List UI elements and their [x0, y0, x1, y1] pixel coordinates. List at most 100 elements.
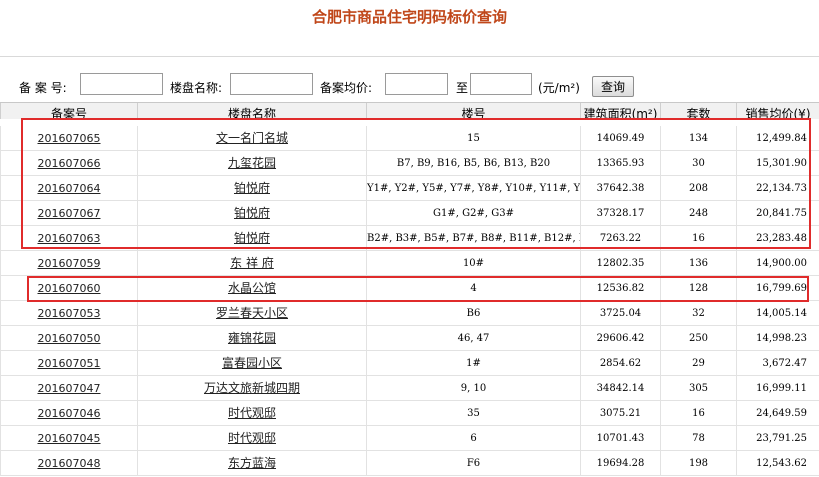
project-name-cell: 铂悦府 — [137, 201, 366, 226]
building-no-cell: B2#, B3#, B5#, B7#, B8#, B11#, B12#, B15… — [366, 226, 580, 251]
header-record-no[interactable]: 备案号 — [0, 103, 137, 119]
building-no-cell: 46, 47 — [366, 326, 580, 351]
avg-price-cell: 12,499.84 — [736, 126, 819, 151]
avg-price-cell: 24,649.59 — [736, 401, 819, 426]
table-header: 备案号 楼盘名称 楼号 建筑面积(m²) 套数 销售均价(¥) — [0, 102, 819, 119]
record-no-cell: 201607047 — [0, 376, 137, 401]
record-no-cell: 201607060 — [0, 276, 137, 301]
floor-area-cell: 13365.93 — [580, 151, 660, 176]
floor-area-cell: 19694.28 — [580, 451, 660, 476]
record-no-cell: 201607064 — [0, 176, 137, 201]
page-title: 合肥市商品住宅明码标价查询 — [311, 8, 507, 26]
header-building-no[interactable]: 楼号 — [366, 103, 580, 119]
record-no-link[interactable]: 201607047 — [38, 382, 101, 395]
project-name-cell: 铂悦府 — [137, 226, 366, 251]
project-name-link[interactable]: 万达文旅新城四期 — [204, 381, 300, 395]
record-no-cell: 201607066 — [0, 151, 137, 176]
record-no-link[interactable]: 201607065 — [38, 132, 101, 145]
project-name-link[interactable]: 铂悦府 — [234, 231, 270, 245]
project-name-link[interactable]: 东 祥 府 — [230, 256, 274, 270]
floor-area-cell: 12536.82 — [580, 276, 660, 301]
floor-area-cell: 2854.62 — [580, 351, 660, 376]
unit-count-cell: 30 — [660, 151, 736, 176]
record-no-link[interactable]: 201607067 — [38, 207, 101, 220]
avg-price-cell: 22,134.73 — [736, 176, 819, 201]
unit-count-cell: 128 — [660, 276, 736, 301]
project-name-cell: 文一名门名城 — [137, 126, 366, 151]
building-no-cell: 4 — [366, 276, 580, 301]
project-name-cell: 时代观邸 — [137, 401, 366, 426]
avg-price-cell: 15,301.90 — [736, 151, 819, 176]
record-no-link[interactable]: 201607063 — [38, 232, 101, 245]
floor-area-cell: 29606.42 — [580, 326, 660, 351]
project-name-cell: 九玺花园 — [137, 151, 366, 176]
record-no-input[interactable] — [80, 73, 163, 95]
record-no-link[interactable]: 201607059 — [38, 257, 101, 270]
to-label: 至 — [456, 81, 469, 95]
record-no-link[interactable]: 201607053 — [38, 307, 101, 320]
table-row: 201607048 东方蓝海 F6 19694.28 198 12,543.62 — [0, 451, 819, 476]
unit-count-cell: 250 — [660, 326, 736, 351]
record-no-cell: 201607067 — [0, 201, 137, 226]
record-no-link[interactable]: 201607048 — [38, 457, 101, 470]
floor-area-cell: 37328.17 — [580, 201, 660, 226]
record-no-cell: 201607048 — [0, 451, 137, 476]
record-no-link[interactable]: 201607045 — [38, 432, 101, 445]
project-name-link[interactable]: 铂悦府 — [234, 206, 270, 220]
project-name-link[interactable]: 东方蓝海 — [228, 456, 276, 470]
record-no-link[interactable]: 201607046 — [38, 407, 101, 420]
table-row: 201607047 万达文旅新城四期 9, 10 34842.14 305 16,999.… — [0, 376, 819, 401]
header-avg-price[interactable]: 销售均价(¥) — [736, 103, 819, 119]
price-max-input[interactable] — [470, 73, 532, 95]
project-name-cell: 罗兰春天小区 — [137, 301, 366, 326]
table-row: 201607045 时代观邸 6 10701.43 78 23,791.25 — [0, 426, 819, 451]
floor-area-cell: 3075.21 — [580, 401, 660, 426]
building-no-cell: 35 — [366, 401, 580, 426]
query-button[interactable]: 查询 — [592, 76, 634, 97]
table-row: 201607050 雍锦花园 46, 47 29606.42 250 14,998.23 — [0, 326, 819, 351]
project-name-link[interactable]: 水晶公馆 — [228, 281, 276, 295]
project-name-link[interactable]: 时代观邸 — [228, 431, 276, 445]
project-name-link[interactable]: 时代观邸 — [228, 406, 276, 420]
building-no-cell: F6 — [366, 451, 580, 476]
record-no-link[interactable]: 201607051 — [38, 357, 101, 370]
record-no-link[interactable]: 201607064 — [38, 182, 101, 195]
project-name-link[interactable]: 雍锦花园 — [228, 331, 276, 345]
avg-price-cell: 16,999.11 — [736, 376, 819, 401]
building-no-cell: 6 — [366, 426, 580, 451]
project-name-cell: 东 祥 府 — [137, 251, 366, 276]
project-name-link[interactable]: 富春园小区 — [222, 356, 282, 370]
table-row: 201607053 罗兰春天小区 B6 3725.04 32 14,005.14 — [0, 301, 819, 326]
unit-count-cell: 198 — [660, 451, 736, 476]
record-no-link[interactable]: 201607060 — [38, 282, 101, 295]
price-min-input[interactable] — [385, 73, 448, 95]
avg-price-cell: 14,900.00 — [736, 251, 819, 276]
building-no-cell: Y1#, Y2#, Y5#, Y7#, Y8#, Y10#, Y11#, Y9# — [366, 176, 580, 201]
project-name-link[interactable]: 文一名门名城 — [216, 131, 288, 145]
project-name-input[interactable] — [230, 73, 313, 95]
header-project-name[interactable]: 楼盘名称 — [137, 103, 366, 119]
avg-price-cell: 12,543.62 — [736, 451, 819, 476]
project-name-link[interactable]: 罗兰春天小区 — [216, 306, 288, 320]
record-no-label: 备 案 号: — [19, 81, 67, 95]
avg-price-cell: 20,841.75 — [736, 201, 819, 226]
project-name-cell: 雍锦花园 — [137, 326, 366, 351]
project-name-link[interactable]: 铂悦府 — [234, 181, 270, 195]
record-no-cell: 201607053 — [0, 301, 137, 326]
table-row: 201607060 水晶公馆 4 12536.82 128 16,799.69 — [0, 276, 819, 301]
avg-price-cell: 16,799.69 — [736, 276, 819, 301]
unit-count-cell: 16 — [660, 401, 736, 426]
floor-area-cell: 34842.14 — [580, 376, 660, 401]
header-unit-count[interactable]: 套数 — [660, 103, 736, 119]
project-name-link[interactable]: 九玺花园 — [228, 156, 276, 170]
header-floor-area[interactable]: 建筑面积(m²) — [580, 103, 660, 119]
floor-area-cell: 37642.38 — [580, 176, 660, 201]
unit-count-cell: 208 — [660, 176, 736, 201]
record-no-cell: 201607045 — [0, 426, 137, 451]
unit-count-cell: 248 — [660, 201, 736, 226]
divider — [0, 56, 819, 57]
table-row: 201607064 铂悦府 Y1#, Y2#, Y5#, Y7#, Y8#, Y10… — [0, 176, 819, 201]
record-no-link[interactable]: 201607066 — [38, 157, 101, 170]
unit-count-cell: 305 — [660, 376, 736, 401]
record-no-link[interactable]: 201607050 — [38, 332, 101, 345]
